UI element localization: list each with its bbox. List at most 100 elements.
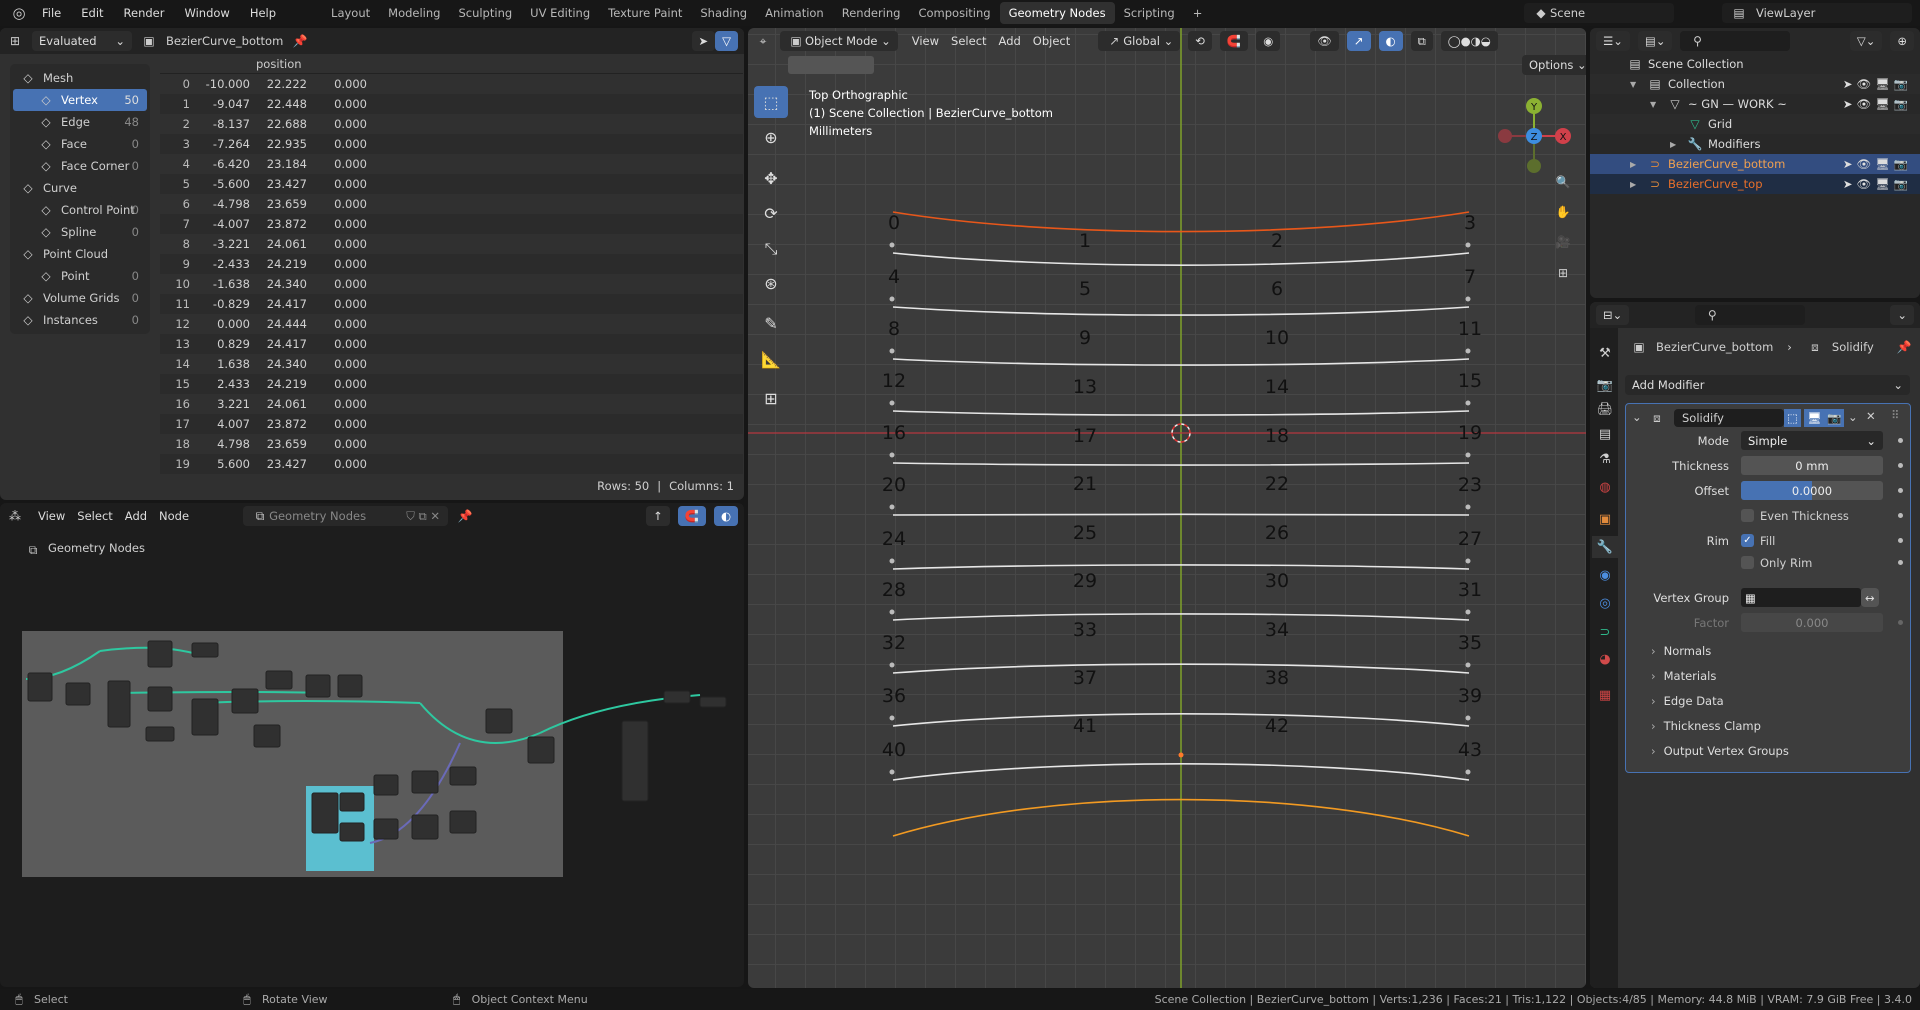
physics-tab-icon[interactable]: ◎	[1594, 592, 1616, 614]
visibility-icons[interactable]: ➤👁🖥📷	[1843, 177, 1912, 191]
node[interactable]	[145, 726, 175, 742]
node[interactable]	[107, 680, 131, 728]
menu-render[interactable]: Render	[114, 6, 175, 20]
render-tab-icon[interactable]: 📷	[1594, 374, 1616, 396]
node[interactable]	[527, 736, 555, 764]
factor-field[interactable]: 0.000	[1741, 613, 1883, 632]
keyframe-dot[interactable]	[1898, 488, 1903, 493]
display-mode-dropdown[interactable]: ☰⌄	[1596, 31, 1630, 51]
node[interactable]	[449, 810, 477, 834]
filter-toggle[interactable]: ▽	[715, 31, 738, 51]
workspace-tab-compositing[interactable]: Compositing	[909, 2, 999, 24]
node[interactable]	[147, 640, 173, 668]
node[interactable]	[411, 814, 439, 840]
ortho-grid-icon[interactable]: ⊞	[1554, 264, 1572, 282]
new-collection-button[interactable]: ⊕	[1890, 31, 1914, 51]
modifier-menu-chevron-icon[interactable]: ⌄	[1848, 410, 1858, 424]
subpanel-output-vertex-groups[interactable]: › Output Vertex Groups	[1651, 744, 1789, 758]
collapse-chevron-icon[interactable]: ⌄	[1632, 410, 1642, 424]
domain-volume-grids[interactable]: ◇ Volume Grids 0	[13, 287, 147, 309]
drag-handle-icon[interactable]: ⠿	[1891, 408, 1899, 422]
object-tab-icon[interactable]: ▣	[1594, 508, 1616, 530]
workspace-tab-uv-editing[interactable]: UV Editing	[521, 2, 599, 24]
even-thickness-checkbox[interactable]	[1741, 509, 1754, 522]
vertex-group-field[interactable]: ▦	[1741, 588, 1861, 607]
menu-help[interactable]: Help	[240, 6, 286, 20]
domain-point[interactable]: ◇ Point 0	[13, 265, 147, 287]
selected-only-toggle[interactable]: ➤	[691, 31, 716, 51]
workspace-tab-shading[interactable]: Shading	[691, 2, 756, 24]
invert-vertex-group-button[interactable]: ↔	[1861, 588, 1879, 607]
add-modifier-dropdown[interactable]: Add Modifier ⌄	[1625, 375, 1910, 395]
subpanel-materials[interactable]: › Materials	[1651, 669, 1716, 683]
modifier-name-field[interactable]: Solidify	[1674, 409, 1784, 427]
node[interactable]	[339, 822, 365, 842]
evaluation-mode-dropdown[interactable]: Evaluated ⌄	[32, 31, 132, 51]
visibility-icons[interactable]: ➤👁🖥📷	[1843, 157, 1912, 171]
node[interactable]	[411, 770, 439, 794]
workspace-tab-modeling[interactable]: Modeling	[379, 2, 449, 24]
node-graph[interactable]	[0, 503, 744, 987]
node[interactable]	[337, 674, 363, 698]
tool-tab-icon[interactable]: ⚒	[1594, 342, 1616, 364]
domain-face-corner[interactable]: ◇ Face Corner 0	[13, 155, 147, 177]
properties-search[interactable]: ⚲	[1695, 305, 1806, 325]
outliner-search[interactable]: ⚲	[1680, 31, 1791, 51]
disclosure-triangle-icon[interactable]: ▶	[1630, 160, 1636, 169]
pin-icon[interactable]: 📌	[1895, 338, 1913, 356]
thickness-field[interactable]: 0 mm	[1741, 456, 1883, 475]
menu-edit[interactable]: Edit	[71, 6, 113, 20]
outliner-item-beziercurve-top[interactable]: ▶ ⊃ BezierCurve_top ➤👁🖥📷	[1590, 174, 1920, 194]
workspace-tab-sculpting[interactable]: Sculpting	[449, 2, 521, 24]
viewport-toggle[interactable]: 🖥	[1804, 409, 1825, 427]
view-layer-selector[interactable]: ▤ ViewLayer	[1722, 3, 1912, 23]
scene-selector[interactable]: ◆ Scene	[1524, 3, 1674, 23]
node[interactable]	[191, 698, 219, 736]
outliner-item-grid[interactable]: ▽ Grid	[1590, 114, 1920, 134]
workspace-tab-geometry-nodes[interactable]: Geometry Nodes	[999, 2, 1115, 24]
node[interactable]	[485, 708, 513, 734]
node[interactable]	[65, 682, 91, 706]
node[interactable]	[373, 774, 399, 796]
domain-vertex[interactable]: ◇ Vertex 50	[13, 89, 147, 111]
subpanel-edge-data[interactable]: › Edge Data	[1651, 694, 1724, 708]
menu-file[interactable]: File	[32, 6, 71, 20]
node[interactable]	[265, 670, 293, 690]
edit-mode-toggle[interactable]: ⬚	[1784, 409, 1801, 427]
keyframe-dot[interactable]	[1898, 538, 1903, 543]
subpanel-normals[interactable]: › Normals	[1651, 644, 1711, 658]
add-workspace-button[interactable]: +	[1184, 2, 1212, 24]
outliner-item-scene-collection[interactable]: ▤ Scene Collection	[1590, 54, 1920, 74]
menu-window[interactable]: Window	[174, 6, 239, 20]
node[interactable]	[663, 690, 691, 704]
workspace-tab-scripting[interactable]: Scripting	[1115, 2, 1184, 24]
modifier-tab-icon[interactable]: 🔧	[1592, 536, 1618, 558]
zoom-icon[interactable]: 🔍	[1554, 173, 1572, 191]
options-dropdown[interactable]: ⌄	[1890, 305, 1914, 325]
visibility-icons[interactable]: ➤👁🖥📷	[1843, 97, 1912, 111]
node[interactable]	[305, 674, 331, 698]
keyframe-dot[interactable]	[1898, 463, 1903, 468]
offset-slider[interactable]: 0.0000	[1741, 481, 1883, 500]
disclosure-triangle-icon[interactable]: ▶	[1630, 180, 1636, 189]
mode-dropdown[interactable]: Simple ⌄	[1741, 431, 1883, 450]
workspace-tab-layout[interactable]: Layout	[322, 2, 379, 24]
outliner-item-collection[interactable]: ▼ ▤ Collection ➤👁🖥📷	[1590, 74, 1920, 94]
node[interactable]	[339, 792, 365, 812]
domain-edge[interactable]: ◇ Edge 48	[13, 111, 147, 133]
view-layer-tab-icon[interactable]: ▤	[1594, 423, 1616, 445]
texture-tab-icon[interactable]: ▦	[1594, 684, 1616, 706]
remove-modifier-icon[interactable]: ✕	[1866, 409, 1876, 423]
keyframe-dot[interactable]	[1898, 438, 1903, 443]
outliner-item-modifiers[interactable]: ▶ 🔧 Modifiers	[1590, 134, 1920, 154]
only-rim-checkbox[interactable]	[1741, 556, 1754, 569]
workspace-tab-animation[interactable]: Animation	[756, 2, 833, 24]
node[interactable]	[373, 818, 399, 840]
editor-type-icon[interactable]: ⊟⌄	[1596, 305, 1630, 325]
workspace-tab-rendering[interactable]: Rendering	[833, 2, 910, 24]
node[interactable]	[253, 724, 281, 748]
domain-curve[interactable]: ◇ Curve	[13, 177, 147, 199]
domain-mesh[interactable]: ◇ Mesh	[13, 67, 147, 89]
world-tab-icon[interactable]: ◍	[1594, 476, 1616, 498]
scene-tab-icon[interactable]: ⚗	[1594, 448, 1616, 470]
